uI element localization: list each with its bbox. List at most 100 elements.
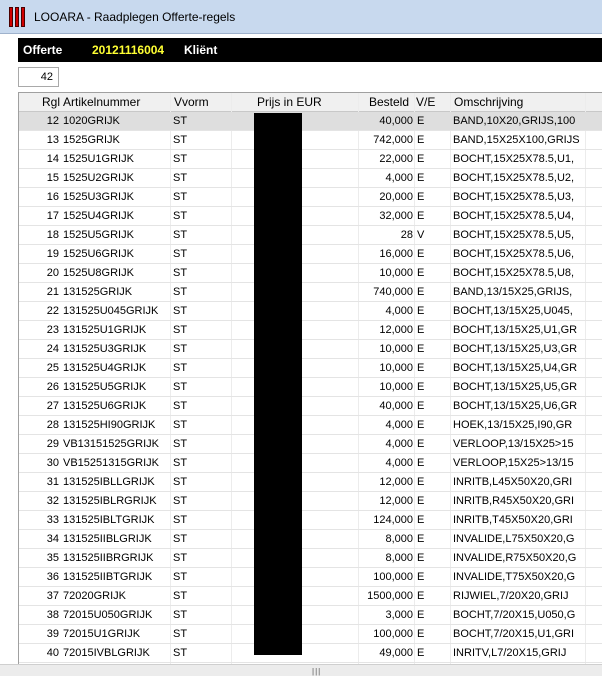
cell-rgl: 20 bbox=[46, 267, 59, 279]
cell-besteld: 8,000 bbox=[385, 533, 413, 545]
table-row[interactable]: 35 131525IIBRGRIJK ST 8,000 E INVALIDE,R75X50… bbox=[19, 549, 602, 568]
table-row[interactable]: 15 1525U2GRIJK ST 4,000 E BOCHT,15X25X78.5,U2… bbox=[19, 169, 602, 188]
column-header-artikelnummer[interactable]: Artikelnummer bbox=[63, 93, 140, 111]
table-row[interactable]: 12 1020GRIJK ST 40,000 E BAND,10X20,GRIJS,100 bbox=[19, 112, 602, 131]
table-row[interactable]: 31 131525IBLLGRIJK ST 12,000 E INRITB,L45X50X… bbox=[19, 473, 602, 492]
table-row[interactable]: 40 72015IVBLGRIJK ST 49,000 E INRITV,L7/20X15… bbox=[19, 644, 602, 663]
cell-artikelnummer: 131525GRIJK bbox=[63, 286, 133, 298]
redacted-price-column bbox=[254, 113, 302, 655]
cell-rgl: 16 bbox=[46, 191, 59, 203]
table-row[interactable]: 21 131525GRIJK ST 740,000 E BAND,13/15X25,GRI… bbox=[19, 283, 602, 302]
table-row[interactable]: 23 131525U1GRIJK ST 12,000 E BOCHT,13/15X25,U… bbox=[19, 321, 602, 340]
column-header-rgl[interactable]: Rgl bbox=[42, 93, 60, 111]
cell-ve: E bbox=[417, 343, 425, 355]
table-row[interactable]: 16 1525U3GRIJK ST 20,000 E BOCHT,15X25X78.5,U… bbox=[19, 188, 602, 207]
table-row[interactable]: 13 1525GRIJK ST 742,000 E BAND,15X25X100,GRIJ… bbox=[19, 131, 602, 150]
table-row[interactable]: 24 131525U3GRIJK ST 10,000 E BOCHT,13/15X25,U… bbox=[19, 340, 602, 359]
table-row[interactable]: 27 131525U6GRIJK ST 40,000 E BOCHT,13/15X25,U… bbox=[19, 397, 602, 416]
horizontal-scrollbar[interactable]: ||| bbox=[0, 664, 602, 676]
cell-omschrijving: BOCHT,7/20X15,U1,GRI bbox=[453, 628, 575, 640]
cell-besteld: 20,000 bbox=[379, 191, 413, 203]
table-header: Rgl Artikelnummer Vvorm Prijs in EUR Bes… bbox=[19, 93, 602, 112]
cell-artikelnummer: 131525IBLTGRIJK bbox=[63, 514, 155, 526]
table-row[interactable]: 29 VB13151525GRIJK ST 4,000 E VERLOOP,13/15X2… bbox=[19, 435, 602, 454]
offerte-lines-table[interactable]: Rgl Artikelnummer Vvorm Prijs in EUR Bes… bbox=[18, 92, 602, 664]
cell-omschrijving: RIJWIEL,7/20X20,GRIJ bbox=[453, 590, 569, 602]
table-row[interactable]: 33 131525IBLTGRIJK ST 124,000 E INRITB,T45X50… bbox=[19, 511, 602, 530]
table-row[interactable]: 37 72020GRIJK ST 1500,000 E RIJWIEL,7/20X20,G… bbox=[19, 587, 602, 606]
cell-vorm: ST bbox=[173, 210, 188, 222]
cell-besteld: 100,000 bbox=[373, 571, 413, 583]
cell-vorm: ST bbox=[173, 324, 188, 336]
cell-rgl: 31 bbox=[46, 476, 59, 488]
cell-artikelnummer: 1020GRIJK bbox=[63, 115, 120, 127]
cell-vorm: ST bbox=[173, 628, 188, 640]
cell-omschrijving: INRITB,T45X50X20,GRI bbox=[453, 514, 573, 526]
cell-artikelnummer: 1525U6GRIJK bbox=[63, 248, 134, 260]
cell-rgl: 35 bbox=[46, 552, 59, 564]
offerte-info-bar: Offerte 20121116004 Kliënt bbox=[18, 38, 602, 62]
cell-rgl: 25 bbox=[46, 362, 59, 374]
cell-besteld: 28 bbox=[400, 229, 413, 241]
column-header-ve[interactable]: V/E bbox=[416, 93, 435, 111]
column-header-prijs[interactable]: Prijs in EUR bbox=[257, 93, 322, 111]
cell-vorm: ST bbox=[173, 571, 188, 583]
table-row[interactable]: 25 131525U4GRIJK ST 10,000 E BOCHT,13/15X25,U… bbox=[19, 359, 602, 378]
cell-besteld: 740,000 bbox=[373, 286, 413, 298]
cell-ve: E bbox=[417, 476, 425, 488]
app-logo-icon bbox=[9, 6, 31, 27]
table-row[interactable]: 14 1525U1GRIJK ST 22,000 E BOCHT,15X25X78.5,U… bbox=[19, 150, 602, 169]
cell-artikelnummer: VB13151525GRIJK bbox=[63, 438, 160, 450]
table-row[interactable]: 32 131525IBLRGRIJK ST 12,000 E INRITB,R45X50X… bbox=[19, 492, 602, 511]
cell-besteld: 40,000 bbox=[379, 115, 413, 127]
table-row[interactable]: 20 1525U8GRIJK ST 10,000 E BOCHT,15X25X78.5,U… bbox=[19, 264, 602, 283]
cell-artikelnummer: 131525IBLLGRIJK bbox=[63, 476, 155, 488]
cell-artikelnummer: 72015U1GRIJK bbox=[63, 628, 141, 640]
table-row[interactable]: 36 131525IIBTGRIJK ST 100,000 E INVALIDE,T75X… bbox=[19, 568, 602, 587]
cell-artikelnummer: 1525U4GRIJK bbox=[63, 210, 134, 222]
table-row[interactable]: 19 1525U6GRIJK ST 16,000 E BOCHT,15X25X78.5,U… bbox=[19, 245, 602, 264]
column-header-besteld[interactable]: Besteld bbox=[369, 93, 409, 111]
cell-omschrijving: BOCHT,13/15X25,U5,GR bbox=[453, 381, 578, 393]
cell-vorm: ST bbox=[173, 362, 188, 374]
cell-ve: E bbox=[417, 172, 425, 184]
table-row[interactable]: 22 131525U045GRIJK ST 4,000 E BOCHT,13/15X25,… bbox=[19, 302, 602, 321]
cell-omschrijving: BOCHT,15X25X78.5,U1, bbox=[453, 153, 575, 165]
cell-ve: E bbox=[417, 552, 425, 564]
table-row[interactable]: 17 1525U4GRIJK ST 32,000 E BOCHT,15X25X78.5,U… bbox=[19, 207, 602, 226]
cell-omschrijving: INRITB,R45X50X20,GRI bbox=[453, 495, 575, 507]
cell-vorm: ST bbox=[173, 191, 188, 203]
cell-besteld: 124,000 bbox=[373, 514, 413, 526]
column-header-vorm[interactable]: Vvorm bbox=[174, 93, 209, 111]
cell-vorm: ST bbox=[173, 286, 188, 298]
table-row[interactable]: 28 131525HI90GRIJK ST 4,000 E HOEK,13/15X25,I… bbox=[19, 416, 602, 435]
cell-vorm: ST bbox=[173, 267, 188, 279]
cell-vorm: ST bbox=[173, 438, 188, 450]
cell-besteld: 12,000 bbox=[379, 476, 413, 488]
cell-omschrijving: BAND,10X20,GRIJS,100 bbox=[453, 115, 576, 127]
cell-rgl: 39 bbox=[46, 628, 59, 640]
cell-omschrijving: VERLOOP,13/15X25>15 bbox=[453, 438, 574, 450]
cell-ve: E bbox=[417, 609, 425, 621]
scrollbar-grip-icon[interactable]: ||| bbox=[312, 667, 321, 676]
cell-omschrijving: BAND,15X25X100,GRIJS bbox=[453, 134, 580, 146]
cell-ve: E bbox=[417, 286, 425, 298]
cell-rgl: 32 bbox=[46, 495, 59, 507]
row-count-field[interactable]: 42 bbox=[18, 67, 59, 87]
cell-omschrijving: INVALIDE,L75X50X20,G bbox=[453, 533, 575, 545]
table-row[interactable]: 30 VB15251315GRIJK ST 4,000 E VERLOOP,15X25>1… bbox=[19, 454, 602, 473]
table-row[interactable]: 18 1525U5GRIJK ST 28 V BOCHT,15X25X78.5,U5, bbox=[19, 226, 602, 245]
cell-ve: E bbox=[417, 210, 425, 222]
table-row[interactable]: 38 72015U050GRIJK ST 3,000 E BOCHT,7/20X15,U0… bbox=[19, 606, 602, 625]
table-row[interactable]: 34 131525IIBLGRIJK ST 8,000 E INVALIDE,L75X50… bbox=[19, 530, 602, 549]
table-row[interactable]: 39 72015U1GRIJK ST 100,000 E BOCHT,7/20X15,U1… bbox=[19, 625, 602, 644]
cell-artikelnummer: 72020GRIJK bbox=[63, 590, 126, 602]
cell-artikelnummer: 131525HI90GRIJK bbox=[63, 419, 156, 431]
table-row[interactable]: 26 131525U5GRIJK ST 10,000 E BOCHT,13/15X25,U… bbox=[19, 378, 602, 397]
cell-vorm: ST bbox=[173, 248, 188, 260]
column-header-omschrijving[interactable]: Omschrijving bbox=[454, 93, 523, 111]
cell-artikelnummer: 1525U1GRIJK bbox=[63, 153, 134, 165]
cell-vorm: ST bbox=[173, 153, 188, 165]
cell-artikelnummer: 72015U050GRIJK bbox=[63, 609, 153, 621]
cell-vorm: ST bbox=[173, 134, 188, 146]
